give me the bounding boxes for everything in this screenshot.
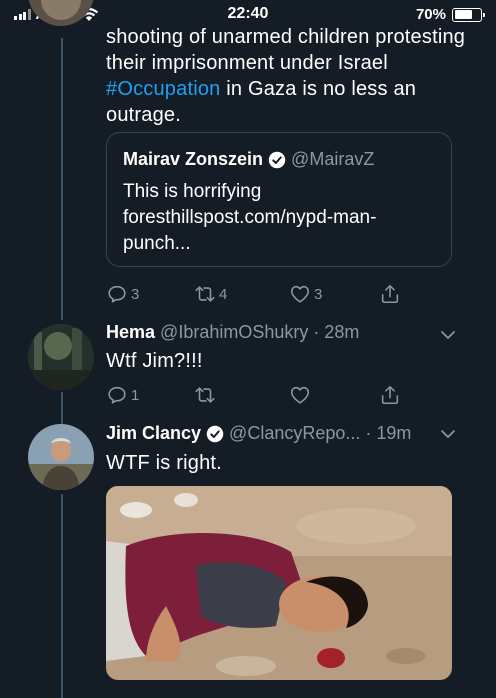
chevron-down-icon[interactable] (440, 426, 456, 442)
tweet-text: WTF is right. (106, 452, 222, 474)
avatar[interactable] (28, 324, 94, 390)
verified-icon (206, 425, 224, 442)
heart-icon (290, 386, 310, 404)
quoted-tweet[interactable]: Mairav Zonszein @MairavZ This is horrify… (106, 132, 452, 267)
battery-icon (452, 7, 485, 22)
retweet-icon (195, 286, 215, 302)
tweet-text: Wtf Jim?!!! (106, 350, 203, 372)
reply-button[interactable]: 1 (106, 384, 139, 406)
reply-icon (108, 386, 126, 404)
retweet-count: 4 (219, 285, 228, 303)
share-icon (381, 284, 399, 304)
retweet-icon (195, 387, 215, 403)
hashtag-link[interactable]: #Occupation (106, 78, 221, 100)
tweet-actions: 1 (106, 384, 406, 406)
chevron-down-icon[interactable] (440, 327, 456, 343)
thread-line (61, 392, 63, 424)
retweet-button[interactable]: 4 (194, 283, 227, 305)
tweet-text-part: shooting of unarmed children protesting … (106, 26, 466, 74)
media-photo (106, 486, 452, 680)
share-icon (381, 385, 399, 405)
thread-line (61, 494, 63, 698)
reply-count: 1 (131, 386, 140, 404)
tweet-actions: 3 4 3 (106, 283, 406, 305)
share-button[interactable] (379, 384, 401, 406)
tweet-media-image[interactable] (106, 486, 452, 680)
tweet-header: Hema @IbrahimOShukry · 28m (106, 322, 359, 343)
quoted-author-handle: @MairavZ (291, 149, 375, 169)
like-button[interactable]: 3 (289, 283, 322, 305)
tweet-text: shooting of unarmed children protesting … (106, 24, 466, 128)
author-handle[interactable]: @ClancyRepo... (229, 423, 360, 444)
quoted-tweet-text: This is horrifying foresthillspost.com/n… (123, 181, 377, 254)
reply-count: 3 (131, 285, 140, 303)
author-handle[interactable]: @IbrahimOShukry (160, 322, 308, 343)
reply-button[interactable]: 3 (106, 283, 139, 305)
avatar[interactable] (28, 424, 94, 490)
status-right: 70% (415, 6, 485, 23)
quoted-author-name: Mairav Zonszein (123, 149, 264, 169)
reply-icon (108, 285, 126, 303)
like-button[interactable] (289, 384, 314, 406)
like-count: 3 (314, 285, 323, 303)
tweet-time: · 19m (365, 423, 412, 443)
author-name[interactable]: Jim Clancy (106, 423, 201, 444)
retweet-button[interactable] (194, 384, 219, 406)
tweet-header: Jim Clancy @ClancyRepo... · 19m (106, 423, 411, 444)
author-name[interactable]: Hema (106, 322, 155, 343)
quoted-tweet-header: Mairav Zonszein @MairavZ (123, 149, 374, 170)
tweet-time: · 28m (313, 322, 360, 342)
heart-icon (290, 285, 310, 303)
thread-line (61, 38, 63, 320)
share-button[interactable] (379, 283, 401, 305)
battery-percent: 70% (415, 6, 446, 23)
verified-icon (268, 151, 286, 168)
